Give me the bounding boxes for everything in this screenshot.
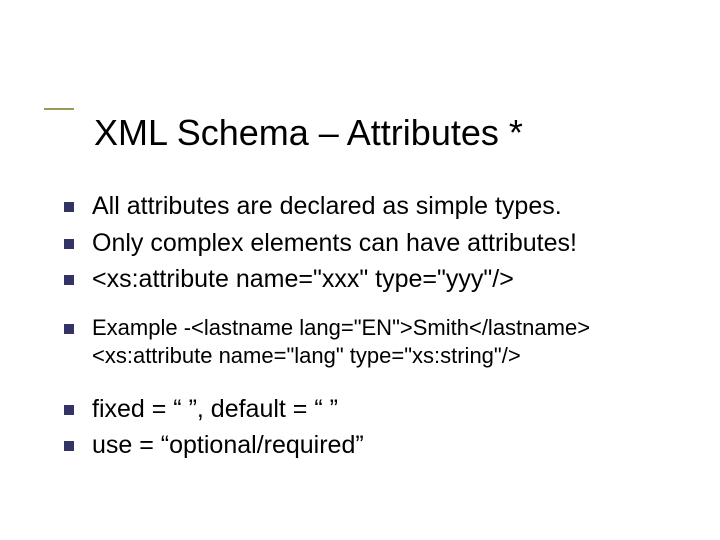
bullet-text: <xs:attribute name="xxx" type="yyy"/> xyxy=(92,263,514,296)
title-accent-line xyxy=(44,108,74,110)
spacer xyxy=(64,300,710,314)
bullet-text: use = “optional/required” xyxy=(92,429,364,462)
bullet-item: fixed = “ ”, default = “ ” xyxy=(64,393,710,426)
square-bullet-icon xyxy=(64,441,74,451)
bullet-item: <xs:attribute name="xxx" type="yyy"/> xyxy=(64,263,710,296)
bullet-text-group: Example -<lastname lang="EN">Smith</last… xyxy=(92,314,590,371)
bullet-text: All attributes are declared as simple ty… xyxy=(92,190,562,223)
bullet-text: Example -<lastname lang="EN">Smith</last… xyxy=(92,314,590,343)
bullet-text: <xs:attribute name="lang" type="xs:strin… xyxy=(92,342,590,371)
title-area: XML Schema – Attributes * xyxy=(44,108,700,154)
slide-title: XML Schema – Attributes * xyxy=(44,112,700,154)
bullet-item: Example -<lastname lang="EN">Smith</last… xyxy=(64,314,710,371)
square-bullet-icon xyxy=(64,324,74,334)
square-bullet-icon xyxy=(64,202,74,212)
bullet-item: All attributes are declared as simple ty… xyxy=(64,190,710,223)
spacer xyxy=(64,375,710,393)
square-bullet-icon xyxy=(64,405,74,415)
bullet-text: fixed = “ ”, default = “ ” xyxy=(92,393,338,426)
square-bullet-icon xyxy=(64,239,74,249)
square-bullet-icon xyxy=(64,275,74,285)
bullet-text: Only complex elements can have attribute… xyxy=(92,227,577,260)
bullet-item: Only complex elements can have attribute… xyxy=(64,227,710,260)
content-area: All attributes are declared as simple ty… xyxy=(64,190,710,466)
slide: XML Schema – Attributes * All attributes… xyxy=(0,0,720,540)
bullet-item: use = “optional/required” xyxy=(64,429,710,462)
